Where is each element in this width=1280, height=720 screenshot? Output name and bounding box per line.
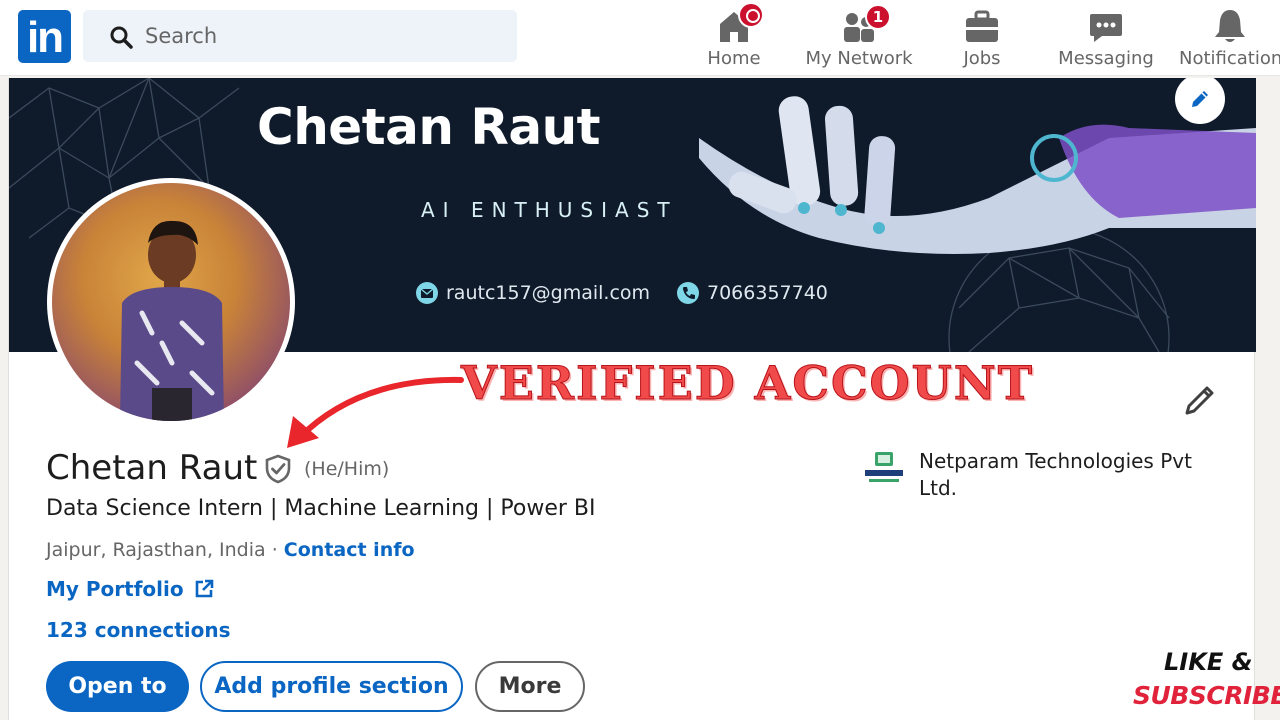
company-logo [861,448,907,494]
verified-account-overlay: VERIFIED ACCOUNT [460,356,1035,411]
banner-phone: 7066357740 [677,282,828,304]
banner-phone-text: 7066357740 [707,282,828,304]
people-icon: 1 [839,4,891,46]
pencil-icon [1192,91,1208,107]
nav-messaging[interactable]: Messaging [1058,4,1154,74]
external-link-icon [195,579,213,598]
location-separator: · [271,539,278,561]
nav-jobs-label: Jobs [963,48,1001,69]
portfolio-link[interactable]: My Portfolio [46,577,214,601]
nav-my-network-label: My Network [805,48,913,69]
home-icon [714,2,764,46]
search-bar[interactable] [83,10,517,62]
bell-icon [1210,6,1250,46]
like-overlay-text: LIKE & [1164,648,1253,676]
nav-my-network[interactable]: 1 My Network [804,4,914,74]
profile-name: Chetan Raut [46,448,258,488]
top-nav: in Home 1 My Network [0,0,1280,76]
profile-location: Jaipur, Rajasthan, India [46,539,266,561]
banner-email-text: rautc157@gmail.com [446,282,651,304]
nav-home[interactable]: Home [704,2,764,74]
current-company[interactable]: Netparam Technologies Pvt Ltd. [861,448,1219,502]
subscribe-overlay-text: SUBSCRIBE [1133,681,1280,710]
more-button[interactable]: More [475,661,585,712]
nav-notifications-label: Notifications [1179,48,1280,69]
nav-messaging-label: Messaging [1058,48,1154,69]
annotation-arrow [287,376,464,448]
chat-icon [1086,6,1126,46]
edit-intro-button[interactable] [1181,383,1217,419]
company-name: Netparam Technologies Pvt Ltd. [919,449,1192,500]
banner-name: Chetan Raut [257,98,601,156]
banner-email: rautc157@gmail.com [416,282,650,304]
add-profile-section-button[interactable]: Add profile section [200,661,463,712]
profile-pronouns: (He/Him) [304,458,390,480]
mail-icon [416,282,438,304]
profile-headline: Data Science Intern | Machine Learning |… [46,496,596,521]
banner-tagline: AI ENTHUSIAST [421,198,678,222]
briefcase-icon [962,6,1002,46]
location-row: Jaipur, Rajasthan, India · Contact info [46,539,415,561]
network-notification-badge: 1 [865,4,891,30]
pencil-icon [1185,386,1214,415]
nav-notifications[interactable]: Notifications [1176,4,1280,74]
nav-home-label: Home [707,48,761,69]
home-notification-badge [738,2,764,28]
phone-icon [677,282,699,304]
profile-avatar[interactable] [47,178,295,426]
profile-card: Chetan Raut AI ENTHUSIAST rautc157@gmail… [8,78,1256,720]
search-input[interactable] [145,20,495,52]
nav-jobs[interactable]: Jobs [952,4,1012,74]
contact-info-link[interactable]: Contact info [284,539,415,561]
portfolio-label: My Portfolio [46,577,184,601]
open-to-button[interactable]: Open to [46,661,189,712]
verified-shield-icon[interactable] [263,454,293,484]
search-icon [110,26,133,49]
connections-link[interactable]: 123 connections [46,618,231,642]
linkedin-logo[interactable]: in [18,10,71,63]
profile-photo [120,220,224,421]
